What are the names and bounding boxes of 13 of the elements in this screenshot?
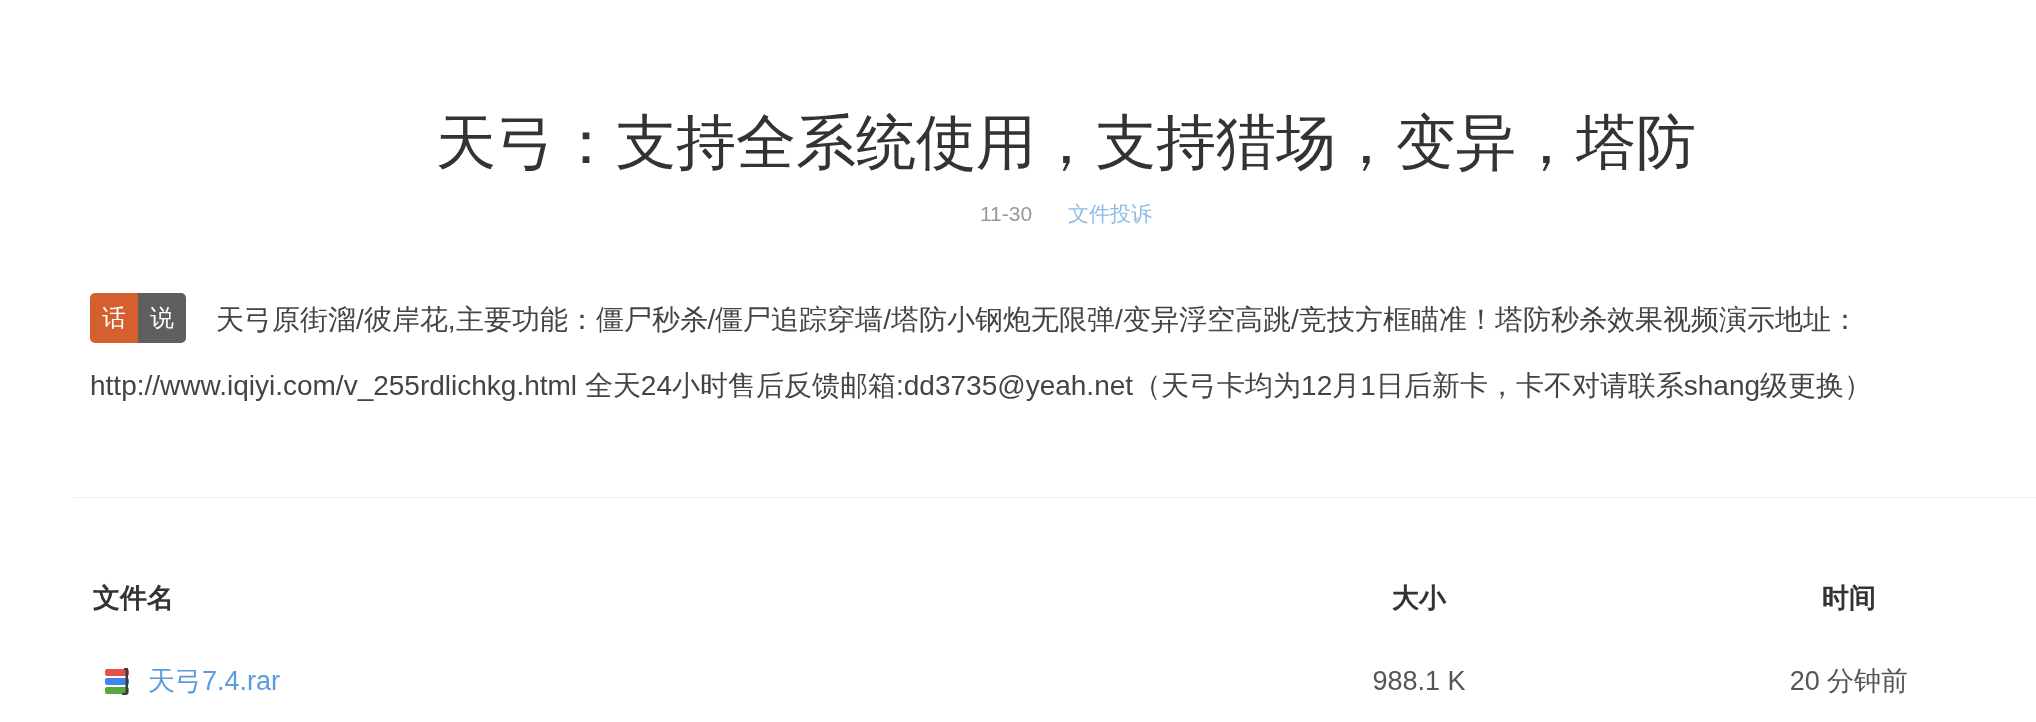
post-date: 11-30	[979, 202, 1033, 225]
column-header: 时间	[1822, 582, 1876, 615]
page-title: 天弓：支持全系统使用，支持猎场，变异，塔防	[435, 108, 1697, 178]
notice-text: 话 说 天弓原街溜/彼岸花,主要功能：僵尸秒杀/僵尸追踪穿墙/塔防小钢炮无限弹/变异浮空高跳/竞技方框瞄准！塔防秒杀效果视频演示地址：http://www.iqiyi.com/v_255rdlichkg.html 全天24小时售后反馈邮箱:dd3735@yeah.net（天弓卡均为12月1日后新卡，卡不对请联系shang级更换）	[90, 287, 2010, 419]
report-link[interactable]: 文件投诉	[1068, 202, 1153, 225]
file-link[interactable]: 天弓7.4.rar	[148, 661, 281, 701]
badge-label: 说	[138, 292, 186, 343]
badge-label: 话	[90, 292, 138, 343]
upload-time: 20 分钟前	[1789, 665, 1909, 698]
file-size: 988.1 K	[1372, 665, 1466, 698]
column-header: 大小	[1392, 582, 1446, 615]
book-stack-icon	[105, 667, 132, 695]
column-header: 文件名	[93, 582, 174, 615]
